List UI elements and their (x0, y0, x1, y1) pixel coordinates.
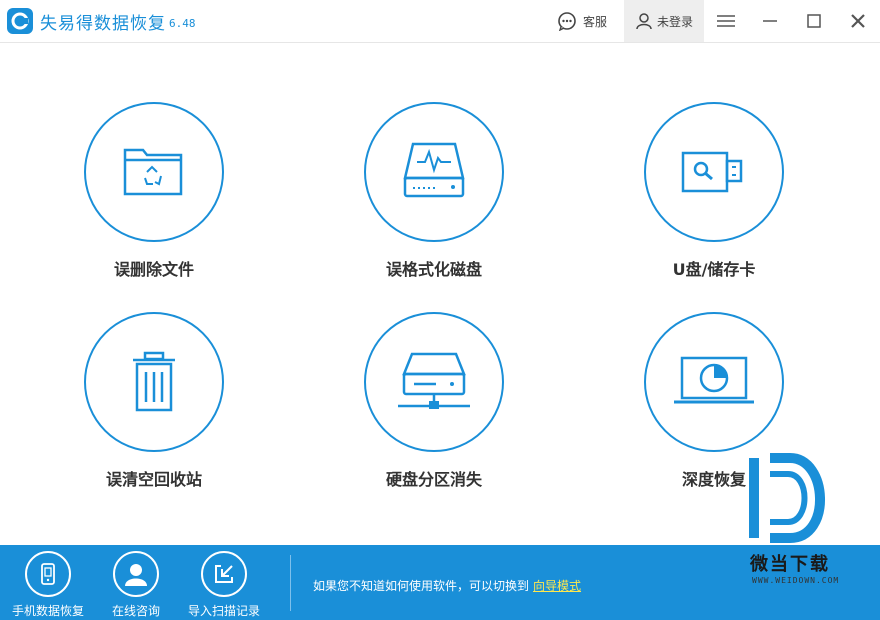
phone-recovery-button[interactable]: 手机数据恢复 (8, 551, 88, 619)
app-version: 6.48 (169, 17, 196, 30)
laptop-scan-icon (674, 356, 754, 404)
feature-label: U盘/储存卡 (672, 260, 756, 279)
feature-circle[interactable] (644, 102, 784, 242)
login-button[interactable]: 未登录 (624, 0, 704, 42)
bottom-circle[interactable] (25, 551, 71, 597)
menu-button[interactable] (706, 0, 746, 42)
close-icon (851, 14, 865, 28)
hamburger-icon (717, 15, 735, 27)
app-logo-icon (7, 8, 33, 34)
title-bar: 失易得数据恢复 6.48 客服 未登录 (0, 0, 880, 43)
minimize-button[interactable] (750, 0, 790, 42)
feature-usb-card[interactable]: U盘/储存卡 (634, 102, 794, 280)
trash-icon (133, 351, 175, 412)
maximize-icon (807, 14, 821, 28)
drive-pulse-icon (403, 142, 465, 198)
service-button[interactable]: 客服 (557, 0, 607, 42)
maximize-button[interactable] (794, 0, 834, 42)
divider (290, 555, 291, 611)
hint-text: 如果您不知道如何使用软件，可以切换到 (313, 579, 530, 593)
feature-circle[interactable] (84, 312, 224, 452)
watermark-subtext: WWW.WEIDOWN.COM (752, 576, 840, 585)
user-icon (636, 13, 652, 30)
login-label: 未登录 (656, 14, 693, 29)
feature-circle[interactable] (84, 102, 224, 242)
feature-circle[interactable] (364, 312, 504, 452)
feature-label: 误删除文件 (113, 260, 194, 279)
app-title: 失易得数据恢复 (40, 14, 166, 34)
bottom-circle[interactable] (113, 551, 159, 597)
feature-deleted-files[interactable]: 误删除文件 (74, 102, 234, 280)
feature-label: 硬盘分区消失 (385, 470, 482, 489)
usb-search-icon (681, 151, 743, 193)
minimize-icon (763, 20, 777, 22)
wizard-mode-link[interactable]: 向导模式 (533, 579, 581, 593)
chat-icon (558, 12, 576, 31)
feature-circle[interactable] (644, 312, 784, 452)
bottom-label: 手机数据恢复 (11, 604, 84, 618)
phone-icon (41, 563, 55, 585)
watermark-text: 微当下载 (750, 554, 830, 575)
import-scan-button[interactable]: 导入扫描记录 (184, 551, 264, 619)
feature-label: 误格式化磁盘 (385, 260, 482, 279)
hint: 如果您不知道如何使用软件，可以切换到 向导模式 (313, 577, 581, 594)
import-icon (215, 565, 233, 583)
bottom-label: 导入扫描记录 (187, 604, 260, 618)
bottom-circle[interactable] (201, 551, 247, 597)
feature-circle[interactable] (364, 102, 504, 242)
online-consult-button[interactable]: 在线咨询 (96, 551, 176, 619)
network-drive-icon (398, 352, 470, 409)
feature-label: 误清空回收站 (105, 470, 202, 489)
service-label: 客服 (583, 14, 608, 29)
bottom-label: 在线咨询 (111, 604, 160, 618)
feature-formatted-disk[interactable]: 误格式化磁盘 (354, 102, 514, 280)
user-icon (125, 564, 147, 586)
feature-recycle-bin[interactable]: 误清空回收站 (74, 312, 234, 490)
close-button[interactable] (838, 0, 878, 42)
folder-recycle-icon (123, 148, 183, 196)
feature-lost-partition[interactable]: 硬盘分区消失 (354, 312, 514, 490)
